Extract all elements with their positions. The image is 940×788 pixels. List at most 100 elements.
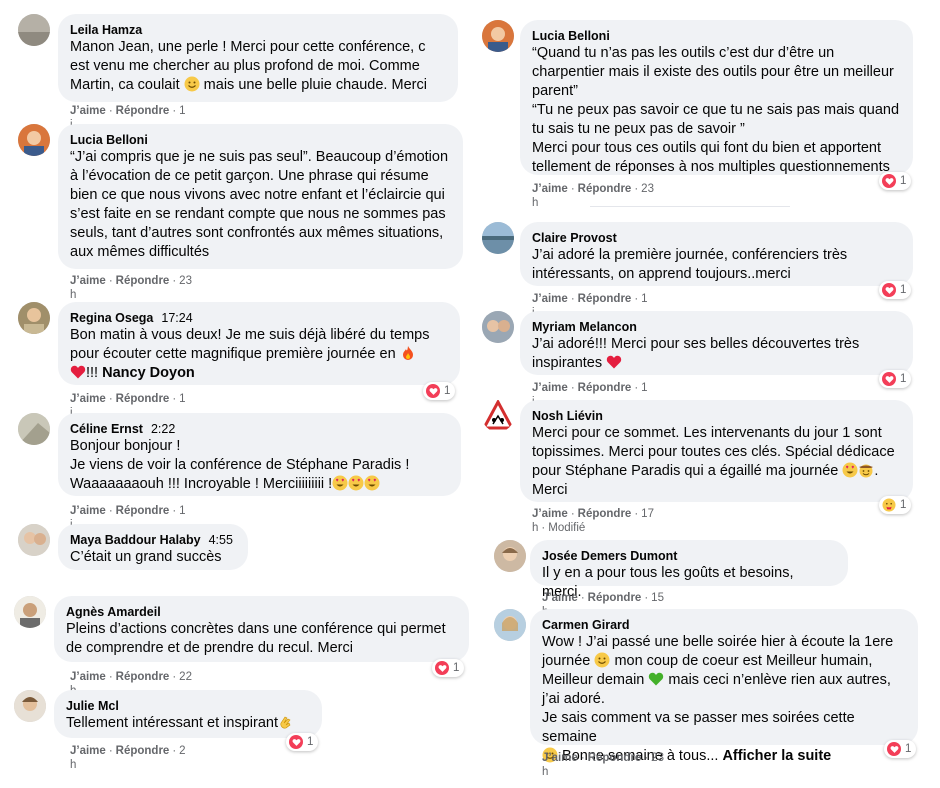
comment-bubble: Lucia Belloni “Quand tu n’as pas les out…: [520, 20, 913, 175]
comment-text: Manon Jean, une perle ! Merci pour cette…: [70, 39, 427, 93]
comment-author: Céline Ernst 2:22: [70, 422, 176, 436]
green-heart-emoji-icon: [648, 671, 664, 687]
reaction-count[interactable]: 1: [432, 659, 465, 677]
comment-bubble: Lucia Belloni “J’ai compris que je ne su…: [58, 124, 463, 269]
like-button[interactable]: J’aime: [70, 393, 106, 405]
reaction-count[interactable]: 1: [879, 370, 912, 388]
smiling-emoji-icon: [594, 652, 610, 668]
cowboy-emoji-icon: [858, 462, 874, 478]
comment-author[interactable]: Myriam Melancon: [532, 319, 901, 335]
grinning-sweat-emoji-icon: [184, 76, 200, 92]
comment-bubble: Maya Baddour Halaby 4:55 C’était un grand…: [58, 524, 248, 570]
comment-author[interactable]: Agnès Amardeil: [66, 604, 457, 620]
avatar[interactable]: [18, 302, 50, 334]
comment-time: 17:24: [161, 311, 193, 325]
comment-text: “J’ai compris que je ne suis pas seul”. …: [70, 149, 449, 260]
heart-eyes-emoji-icon: [842, 462, 858, 478]
reply-button[interactable]: Répondre: [116, 393, 170, 405]
divider: [590, 206, 790, 207]
reply-button[interactable]: Répondre: [588, 592, 642, 604]
comment-bubble: Leila Hamza Manon Jean, une perle ! Merc…: [58, 14, 458, 102]
heart-emoji-icon: [70, 364, 86, 380]
comment-bubble: Myriam Melancon J’ai adoré!!! Merci pour…: [520, 311, 913, 375]
reply-button[interactable]: Répondre: [116, 275, 170, 287]
comment-text: Bonjour bonjour ! Je viens de voir la co…: [70, 438, 410, 492]
like-button[interactable]: J’aime: [70, 275, 106, 287]
comment-author[interactable]: Lucia Belloni: [532, 28, 901, 44]
comment-text: J’ai adoré!!! Merci pour ses belles déco…: [532, 336, 860, 371]
love-reaction-icon: [426, 384, 440, 398]
avatar[interactable]: [482, 222, 514, 254]
comment-bubble: Josée Demers Dumont Il y en a pour tous …: [530, 540, 848, 600]
reply-button[interactable]: Répondre: [116, 671, 170, 683]
comment-text: Pleins d’actions concrètes dans une conf…: [66, 621, 446, 656]
like-button[interactable]: J’aime: [542, 752, 578, 764]
reply-button[interactable]: Répondre: [578, 382, 632, 394]
comment-author[interactable]: Carmen Girard: [542, 617, 906, 633]
reaction-count[interactable]: 1: [884, 740, 917, 758]
comment-bubble: Julie Mcl Tellement intéressant et inspi…: [54, 690, 322, 738]
smiling-hearts-emoji-icon: [348, 475, 364, 491]
avatar[interactable]: [18, 124, 50, 156]
like-button[interactable]: J’aime: [532, 508, 568, 520]
like-button[interactable]: J’aime: [70, 505, 106, 517]
like-button[interactable]: J’aime: [542, 592, 578, 604]
fire-emoji-icon: [400, 345, 416, 361]
reply-button[interactable]: Répondre: [116, 505, 170, 517]
reply-button[interactable]: Répondre: [578, 293, 632, 305]
see-more-link[interactable]: Afficher la suite: [722, 748, 831, 764]
care-reaction-icon: [882, 498, 896, 512]
avatar[interactable]: [18, 413, 50, 445]
like-button[interactable]: J’aime: [532, 183, 568, 195]
comment-bubble: Nosh Liévin Merci pour ce sommet. Les in…: [520, 400, 913, 502]
avatar[interactable]: [494, 540, 526, 572]
edited-label[interactable]: Modifié: [548, 522, 585, 534]
love-reaction-icon: [882, 283, 896, 297]
comment-text: C’était un grand succès: [70, 549, 222, 565]
love-reaction-icon: [289, 735, 303, 749]
avatar[interactable]: [494, 609, 526, 641]
mention-link[interactable]: Nancy Doyon: [102, 365, 195, 381]
reaction-count[interactable]: 1: [879, 172, 912, 190]
avatar[interactable]: [482, 311, 514, 343]
comment-bubble: Agnès Amardeil Pleins d’actions concrète…: [54, 596, 469, 662]
avatar[interactable]: [482, 20, 514, 52]
like-button[interactable]: J’aime: [532, 293, 568, 305]
avatar[interactable]: [482, 400, 514, 432]
comment-actions: J’aime · Répondre · 23 h: [542, 752, 664, 778]
heart-emoji-icon: [606, 354, 622, 370]
comment-author[interactable]: Claire Provost: [532, 230, 901, 246]
reaction-count[interactable]: 1: [879, 281, 912, 299]
comment-author[interactable]: Lucia Belloni: [70, 132, 451, 148]
avatar[interactable]: [14, 690, 46, 722]
clapping-hands-emoji-icon: [278, 714, 294, 730]
avatar[interactable]: [18, 524, 50, 556]
reply-button[interactable]: Répondre: [578, 183, 632, 195]
comment-author[interactable]: Josée Demers Dumont: [542, 548, 836, 564]
smiling-hearts-emoji-icon: [364, 475, 380, 491]
reaction-count[interactable]: 1: [879, 496, 912, 514]
comment-text: Tellement intéressant et inspirant: [66, 714, 310, 733]
reaction-count[interactable]: 1: [286, 733, 319, 751]
comment-author[interactable]: Leila Hamza: [70, 22, 446, 38]
avatar[interactable]: [18, 14, 50, 46]
comment-author[interactable]: Julie Mcl: [66, 698, 310, 714]
comment-bubble: Regina Osega 17:24 Bon matin à vous deux!…: [58, 302, 460, 385]
love-reaction-icon: [882, 174, 896, 188]
reply-button[interactable]: Répondre: [116, 745, 170, 757]
like-button[interactable]: J’aime: [70, 745, 106, 757]
comment-text: Bon matin à vous deux! Je me suis déjà l…: [70, 327, 430, 381]
comment-author: Maya Baddour Halaby 4:55: [70, 533, 233, 547]
like-button[interactable]: J’aime: [532, 382, 568, 394]
reply-button[interactable]: Répondre: [578, 508, 632, 520]
reaction-count[interactable]: 1: [423, 382, 456, 400]
comment-author: Regina Osega 17:24: [70, 311, 193, 325]
reply-button[interactable]: Répondre: [116, 105, 170, 117]
comment-author[interactable]: Nosh Liévin: [532, 408, 901, 424]
reply-button[interactable]: Répondre: [588, 752, 642, 764]
like-button[interactable]: J’aime: [70, 105, 106, 117]
comment-bubble: Carmen Girard Wow ! J’ai passé une belle…: [530, 609, 918, 764]
avatar[interactable]: [14, 596, 46, 628]
like-button[interactable]: J’aime: [70, 671, 106, 683]
comment-actions: J’aime · Répondre · 23 h: [70, 275, 192, 301]
